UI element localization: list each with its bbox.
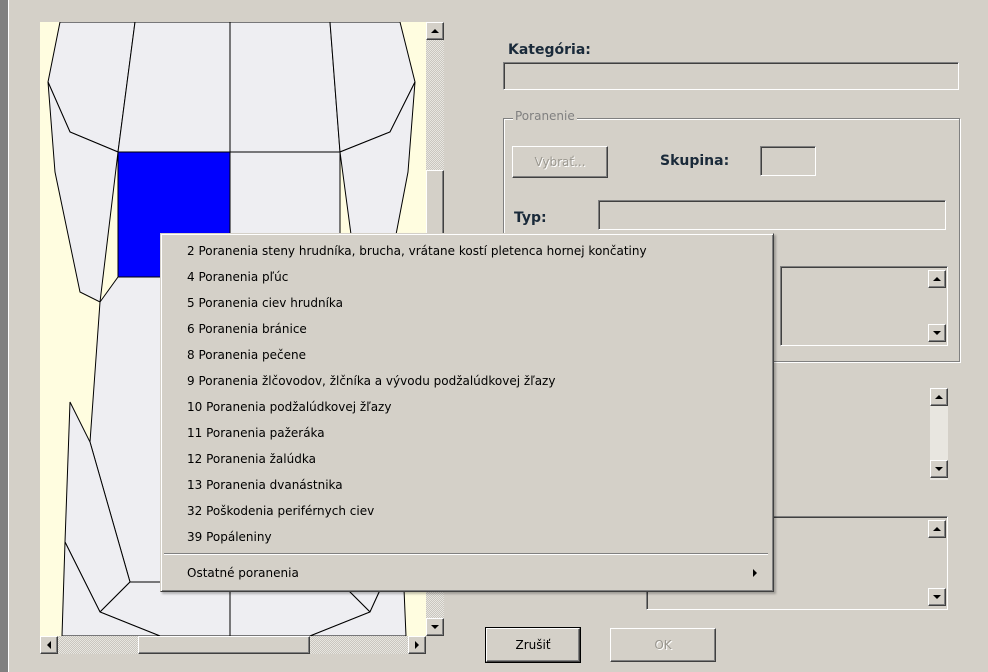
menu-item[interactable]: 32 Poškodenia periférnych ciev bbox=[187, 500, 374, 522]
list3-scroll-down-button[interactable] bbox=[928, 588, 946, 606]
zrusit-button[interactable]: Zrušiť bbox=[485, 627, 581, 663]
list1-scroll-up-button[interactable] bbox=[928, 270, 946, 288]
menu-item[interactable]: 4 Poranenia pľúc bbox=[187, 266, 288, 288]
triangle-up-icon bbox=[933, 277, 941, 281]
horizontal-scroll-thumb[interactable] bbox=[138, 636, 310, 654]
menu-separator bbox=[164, 553, 768, 555]
window-left-highlight bbox=[8, 0, 9, 672]
menu-item[interactable]: 9 Poranenia žlčovodov, žlčníka a vývodu … bbox=[187, 370, 555, 392]
skupina-label: Skupina: bbox=[660, 153, 730, 169]
triangle-up-icon bbox=[935, 395, 943, 399]
poranenie-group-label: Poranenie bbox=[513, 109, 577, 123]
list2-scroll-down-button[interactable] bbox=[930, 460, 948, 478]
menu-item[interactable]: 11 Poranenia pažeráka bbox=[187, 422, 325, 444]
kategoria-label: Kategória: bbox=[508, 42, 591, 58]
scroll-up-button[interactable] bbox=[426, 22, 444, 40]
poranenie-list[interactable] bbox=[780, 266, 948, 346]
typ-field[interactable] bbox=[598, 200, 946, 230]
ok-button[interactable]: OK bbox=[610, 628, 716, 662]
region-neck-center-right[interactable] bbox=[229, 22, 341, 153]
triangle-up-icon bbox=[431, 29, 439, 33]
skupina-field[interactable] bbox=[760, 146, 816, 176]
scroll-down-button[interactable] bbox=[426, 618, 444, 636]
menu-item[interactable]: 12 Poranenia žalúdka bbox=[187, 448, 316, 470]
list2-scroll-up-button[interactable] bbox=[930, 388, 948, 406]
list1-scroll-down-button[interactable] bbox=[928, 324, 946, 342]
triangle-right-icon bbox=[415, 641, 419, 649]
vybrat-button[interactable]: Vybrať... bbox=[512, 146, 608, 178]
menu-item-ostatne-poranenia[interactable]: Ostatné poranenia bbox=[187, 562, 767, 584]
triangle-down-icon bbox=[933, 595, 941, 599]
region-neck-center[interactable] bbox=[117, 22, 231, 153]
scroll-left-button[interactable] bbox=[40, 636, 58, 654]
submenu-arrow-icon bbox=[753, 569, 757, 577]
triangle-down-icon bbox=[933, 331, 941, 335]
menu-item[interactable]: 39 Popáleniny bbox=[187, 526, 272, 548]
menu-item[interactable]: 8 Poranenia pečene bbox=[187, 344, 306, 366]
menu-item[interactable]: 10 Poranenia podžalúdkovej žľazy bbox=[187, 396, 391, 418]
injury-context-menu: 2 Poranenia steny hrudníka, brucha, vrát… bbox=[160, 233, 774, 592]
submenu-label: Ostatné poranenia bbox=[187, 566, 299, 580]
menu-item[interactable]: 2 Poranenia steny hrudníka, brucha, vrát… bbox=[187, 240, 647, 262]
kategoria-field[interactable] bbox=[503, 62, 959, 90]
list3-scroll-up-button[interactable] bbox=[928, 520, 946, 538]
triangle-down-icon bbox=[431, 625, 439, 629]
typ-label: Typ: bbox=[514, 210, 547, 226]
menu-item[interactable]: 5 Poranenia ciev hrudníka bbox=[187, 292, 343, 314]
scroll-right-button[interactable] bbox=[408, 636, 426, 654]
triangle-down-icon bbox=[935, 467, 943, 471]
menu-item[interactable]: 13 Poranenia dvanástnika bbox=[187, 474, 343, 496]
menu-item[interactable]: 6 Poranenia bránice bbox=[187, 318, 307, 340]
window-left-edge bbox=[0, 0, 8, 672]
triangle-left-icon bbox=[47, 641, 51, 649]
triangle-up-icon bbox=[933, 527, 941, 531]
